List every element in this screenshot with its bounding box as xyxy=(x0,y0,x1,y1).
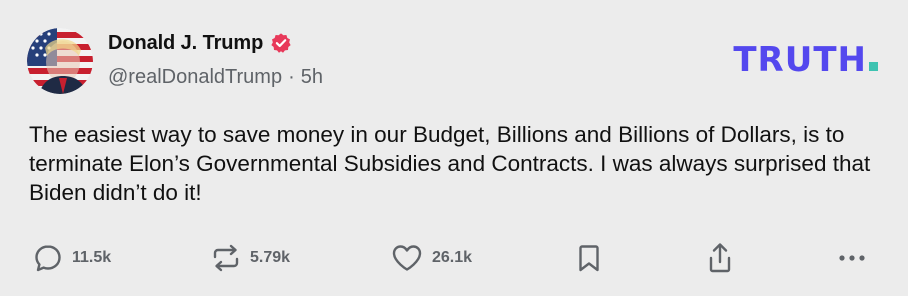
post-time[interactable]: 5h xyxy=(301,66,323,89)
more-button[interactable] xyxy=(836,240,868,276)
reply-icon xyxy=(35,245,61,272)
retruth-button[interactable]: 5.79k xyxy=(210,240,290,276)
post-card: Donald J. Trump @realDonaldTrump · 5h TR… xyxy=(0,0,908,296)
like-button[interactable]: 26.1k xyxy=(390,240,472,276)
like-count: 26.1k xyxy=(432,249,473,266)
bookmark-button[interactable] xyxy=(573,240,605,276)
meta-separator: · xyxy=(288,66,295,88)
avatar[interactable] xyxy=(27,28,93,94)
logo-text: TRUTH xyxy=(733,40,867,80)
author-name[interactable]: Donald J. Trump xyxy=(108,32,263,55)
retruth-icon xyxy=(213,244,239,272)
more-icon xyxy=(839,255,865,261)
action-bar: 11.5k 5.79k 26.1k xyxy=(30,240,880,280)
bookmark-icon xyxy=(579,245,599,272)
logo-dot xyxy=(869,62,878,71)
post-text: The easiest way to save money in our Bud… xyxy=(29,122,871,205)
heart-icon xyxy=(392,245,422,271)
reply-button[interactable]: 11.5k xyxy=(32,240,111,276)
truth-logo: TRUTH xyxy=(733,40,878,80)
avatar-image xyxy=(27,28,93,94)
retruth-count: 5.79k xyxy=(250,249,291,266)
name-row: Donald J. Trump xyxy=(108,30,323,56)
author-block: Donald J. Trump @realDonaldTrump · 5h xyxy=(108,30,323,89)
verified-badge-icon xyxy=(271,33,291,53)
share-button[interactable] xyxy=(704,240,736,276)
share-icon xyxy=(709,243,731,273)
reply-count: 11.5k xyxy=(72,249,112,266)
meta-row: @realDonaldTrump · 5h xyxy=(108,66,323,89)
author-handle[interactable]: @realDonaldTrump xyxy=(108,66,282,89)
